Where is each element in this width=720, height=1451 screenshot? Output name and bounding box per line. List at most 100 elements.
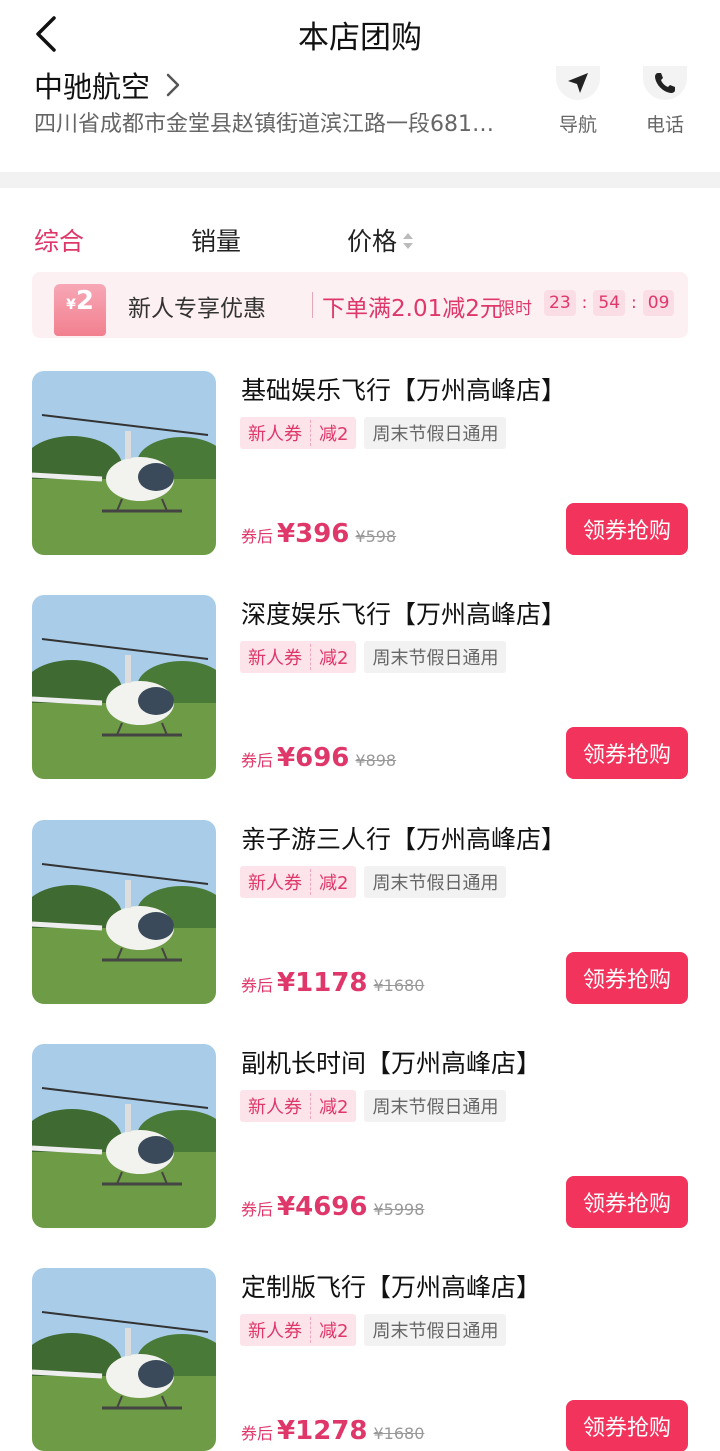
- deal-thumbnail[interactable]: [32, 820, 216, 1004]
- newcomer-coupon-tag: 新人券 减2: [240, 1090, 357, 1122]
- sort-tab-price-label: 价格: [347, 227, 398, 256]
- deal-title: 基础娱乐飞行【万州高峰店】: [241, 376, 567, 405]
- original-price: ¥1680: [373, 1424, 425, 1443]
- timer-hours: 23: [544, 290, 576, 316]
- original-price: ¥1680: [373, 976, 425, 995]
- promo-divider: [312, 292, 313, 318]
- deal-title: 定制版飞行【万州高峰店】: [241, 1273, 542, 1302]
- phone-label: 电话: [645, 114, 684, 136]
- sort-tab-sales[interactable]: 销量: [191, 222, 241, 258]
- after-coupon-label: 券后: [241, 976, 274, 995]
- deal-title: 副机长时间【万州高峰店】: [241, 1049, 542, 1078]
- price-row: 券后 ¥1278 ¥1680: [241, 1416, 424, 1446]
- weekend-tag: 周末节假日通用: [364, 1090, 507, 1122]
- deal-price: ¥1278: [277, 1416, 368, 1446]
- timer-colon: :: [581, 293, 588, 313]
- grab-coupon-button[interactable]: 领券抢购: [566, 1400, 688, 1451]
- section-divider: [0, 172, 720, 188]
- helicopter-photo: [32, 1268, 216, 1451]
- timer-minutes: 54: [593, 290, 626, 316]
- after-coupon-label: 券后: [241, 751, 274, 770]
- coupon-tag-label: 新人券: [240, 644, 311, 670]
- price-row: 券后 ¥696 ¥898: [241, 743, 396, 773]
- coupon-tag-discount: 减2: [319, 648, 349, 669]
- deal-tags: 新人券 减2 周末节假日通用: [240, 866, 507, 898]
- helicopter-photo: [32, 595, 216, 779]
- newcomer-coupon-tag: 新人券 减2: [240, 866, 357, 898]
- deal-item[interactable]: 定制版飞行【万州高峰店】 新人券 减2 周末节假日通用 券后 ¥1278 ¥16…: [0, 1268, 720, 1451]
- newcomer-promo-banner[interactable]: ¥2 新人专享优惠 下单满2.01减2元 限时 23 : 54 : 09: [32, 272, 688, 338]
- deal-tags: 新人券 减2 周末节假日通用: [240, 641, 507, 673]
- grab-coupon-button[interactable]: 领券抢购: [566, 503, 688, 555]
- sort-tab-price[interactable]: 价格: [347, 222, 414, 258]
- deal-tags: 新人券 减2 周末节假日通用: [240, 1314, 507, 1346]
- weekend-tag: 周末节假日通用: [364, 1314, 507, 1346]
- coupon-tag-label: 新人券: [240, 420, 311, 446]
- original-price: ¥598: [355, 527, 397, 546]
- sort-bar: 综合 销量 价格: [0, 210, 720, 266]
- phone-button[interactable]: 电话: [635, 66, 695, 137]
- deal-price: ¥4696: [277, 1192, 368, 1222]
- coupon-tag-discount: 减2: [319, 1097, 349, 1118]
- weekend-tag: 周末节假日通用: [364, 641, 507, 673]
- store-name-link[interactable]: 中驰航空: [34, 64, 184, 106]
- phone-icon: [655, 73, 675, 93]
- weekend-tag: 周末节假日通用: [364, 417, 507, 449]
- coupon-tag-label: 新人券: [240, 869, 311, 895]
- coupon-badge-amount: 2: [75, 286, 94, 316]
- navigate-button[interactable]: 导航: [548, 66, 608, 137]
- navigation-arrow-icon: [568, 73, 588, 93]
- original-price: ¥898: [355, 751, 397, 770]
- price-row: 券后 ¥4696 ¥5998: [241, 1192, 424, 1222]
- page-title: 本店团购: [298, 20, 422, 56]
- deal-price: ¥1178: [277, 968, 368, 998]
- deal-price: ¥696: [277, 743, 350, 773]
- store-address: 四川省成都市金堂县赵镇街道滨江路一段681号附近: [34, 112, 504, 137]
- coupon-tag-discount: 减2: [319, 424, 349, 445]
- coupon-tag-label: 新人券: [240, 1317, 311, 1343]
- coupon-badge-currency: ¥: [66, 297, 76, 313]
- timer-seconds: 09: [642, 290, 675, 316]
- grab-coupon-button[interactable]: 领券抢购: [566, 1176, 688, 1228]
- deal-tags: 新人券 减2 周末节假日通用: [240, 1090, 507, 1122]
- countdown-timer: 23 : 54 : 09: [544, 290, 675, 316]
- deal-item[interactable]: 副机长时间【万州高峰店】 新人券 减2 周末节假日通用 券后 ¥4696 ¥59…: [0, 1044, 720, 1234]
- coupon-tag-label: 新人券: [240, 1093, 311, 1119]
- grab-coupon-button[interactable]: 领券抢购: [566, 952, 688, 1004]
- price-row: 券后 ¥1178 ¥1680: [241, 968, 424, 998]
- chevron-right-icon: [166, 73, 180, 97]
- store-info: 中驰航空 四川省成都市金堂县赵镇街道滨江路一段681号附近 导航 电话: [0, 62, 720, 172]
- deal-title: 深度娱乐飞行【万州高峰店】: [241, 600, 567, 629]
- deal-title: 亲子游三人行【万州高峰店】: [241, 825, 567, 854]
- deal-thumbnail[interactable]: [32, 371, 216, 555]
- newcomer-coupon-tag: 新人券 减2: [240, 1314, 357, 1346]
- helicopter-photo: [32, 820, 216, 1004]
- coupon-tag-discount: 减2: [319, 873, 349, 894]
- helicopter-photo: [32, 371, 216, 555]
- timer-colon: :: [631, 293, 637, 313]
- price-row: 券后 ¥396 ¥598: [241, 519, 396, 549]
- deal-thumbnail[interactable]: [32, 1268, 216, 1451]
- promo-title: 新人专享优惠: [128, 296, 266, 322]
- store-name: 中驰航空: [34, 70, 151, 104]
- original-price: ¥5998: [373, 1200, 425, 1219]
- coupon-tag-discount: 减2: [319, 1321, 349, 1342]
- promo-limit-label: 限时: [498, 299, 532, 319]
- deal-item[interactable]: 亲子游三人行【万州高峰店】 新人券 减2 周末节假日通用 券后 ¥1178 ¥1…: [0, 820, 720, 1010]
- deal-tags: 新人券 减2 周末节假日通用: [240, 417, 507, 449]
- deal-thumbnail[interactable]: [32, 595, 216, 779]
- deal-item[interactable]: 深度娱乐飞行【万州高峰店】 新人券 减2 周末节假日通用 券后 ¥696 ¥89…: [0, 595, 720, 785]
- grab-coupon-button[interactable]: 领券抢购: [566, 727, 688, 779]
- weekend-tag: 周末节假日通用: [364, 866, 507, 898]
- newcomer-coupon-tag: 新人券 减2: [240, 641, 357, 673]
- sort-arrows-icon: [403, 230, 414, 252]
- after-coupon-label: 券后: [241, 1200, 274, 1219]
- sort-tab-comprehensive[interactable]: 综合: [34, 222, 84, 258]
- deal-thumbnail[interactable]: [32, 1044, 216, 1228]
- deal-price: ¥396: [277, 519, 350, 549]
- helicopter-photo: [32, 1044, 216, 1228]
- navigate-label: 导航: [558, 114, 597, 136]
- top-bar: 本店团购: [0, 0, 720, 66]
- newcomer-coupon-tag: 新人券 减2: [240, 417, 357, 449]
- deal-item[interactable]: 基础娱乐飞行【万州高峰店】 新人券 减2 周末节假日通用 券后 ¥396 ¥59…: [0, 371, 720, 561]
